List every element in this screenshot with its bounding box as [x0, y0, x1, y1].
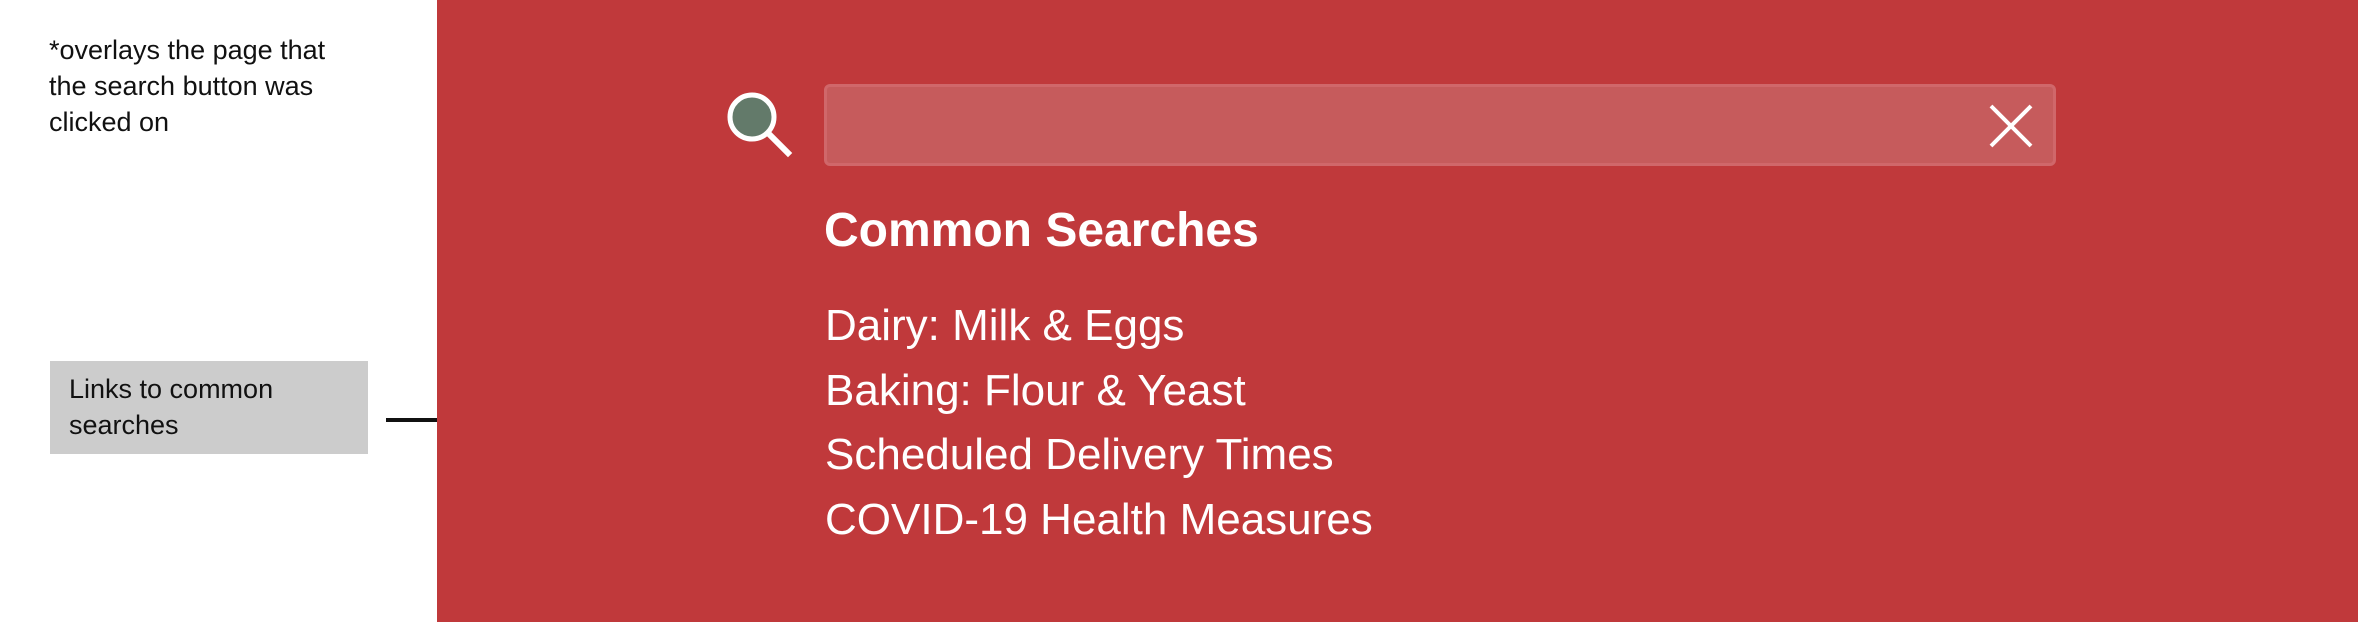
search-link-baking[interactable]: Baking: Flour & Yeast — [825, 359, 1373, 424]
list-item: Dairy: Milk & Eggs — [825, 294, 1373, 359]
search-link-covid-measures[interactable]: COVID-19 Health Measures — [825, 488, 1373, 553]
search-icon[interactable] — [722, 88, 794, 160]
search-overlay: Common Searches Dairy: Milk & Eggs Bakin… — [437, 0, 2358, 622]
overlay-annotation-note: *overlays the page that the search butto… — [49, 35, 326, 137]
search-link-dairy[interactable]: Dairy: Milk & Eggs — [825, 294, 1373, 359]
close-icon[interactable] — [1989, 104, 2033, 148]
search-field — [824, 84, 2056, 166]
list-item: Baking: Flour & Yeast — [825, 359, 1373, 424]
search-input[interactable] — [827, 87, 1947, 163]
search-link-delivery-times[interactable]: Scheduled Delivery Times — [825, 423, 1373, 488]
list-item: COVID-19 Health Measures — [825, 488, 1373, 553]
common-searches-heading: Common Searches — [824, 204, 1259, 257]
links-annotation-callout: Links to common searches — [50, 361, 368, 454]
list-item: Scheduled Delivery Times — [825, 423, 1373, 488]
common-searches-list: Dairy: Milk & Eggs Baking: Flour & Yeast… — [825, 294, 1373, 552]
